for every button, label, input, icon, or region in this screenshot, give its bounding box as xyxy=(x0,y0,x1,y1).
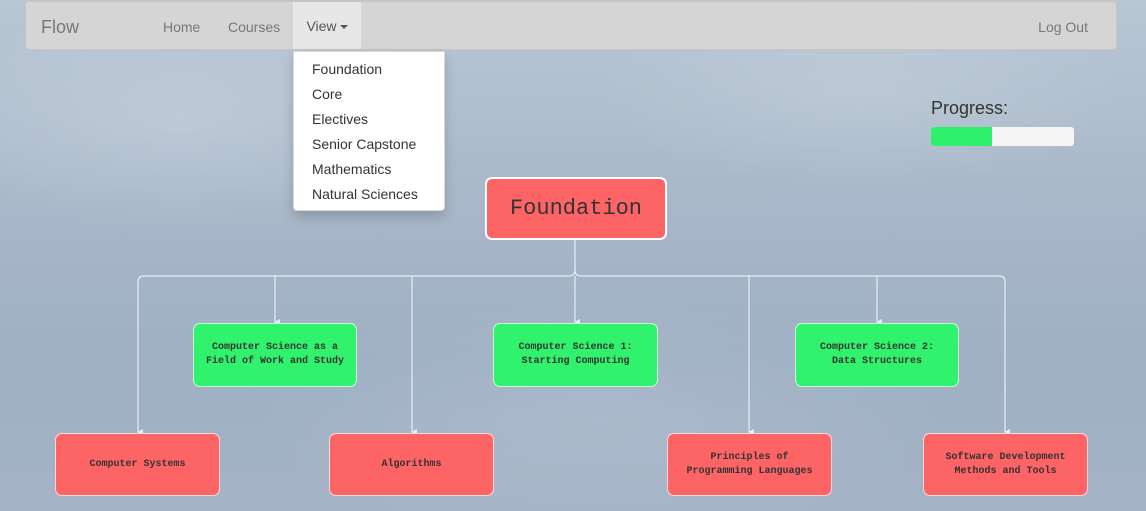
menu-item-foundation[interactable]: Foundation xyxy=(312,61,382,77)
course-software-development-methods-and-tools[interactable]: Software Development Methods and Tools xyxy=(923,433,1088,496)
menu-item-senior-capstone[interactable]: Senior Capstone xyxy=(312,136,416,152)
flowchart-root-foundation[interactable]: Foundation xyxy=(485,177,667,240)
course-algorithms[interactable]: Algorithms xyxy=(329,433,494,496)
view-dropdown-menu: Foundation Core Electives Senior Capston… xyxy=(293,51,445,211)
course-cs1-starting-computing[interactable]: Computer Science 1: Starting Computing xyxy=(493,323,658,387)
menu-item-core[interactable]: Core xyxy=(312,86,342,102)
menu-item-mathematics[interactable]: Mathematics xyxy=(312,161,391,177)
course-principles-of-programming-languages[interactable]: Principles of Programming Languages xyxy=(667,433,832,496)
menu-item-electives[interactable]: Electives xyxy=(312,111,368,127)
course-cs2-data-structures[interactable]: Computer Science 2: Data Structures xyxy=(795,323,959,387)
course-computer-systems[interactable]: Computer Systems xyxy=(55,433,220,496)
course-cs-field-of-work-and-study[interactable]: Computer Science as a Field of Work and … xyxy=(193,323,357,387)
menu-item-natural-sciences[interactable]: Natural Sciences xyxy=(312,186,418,202)
